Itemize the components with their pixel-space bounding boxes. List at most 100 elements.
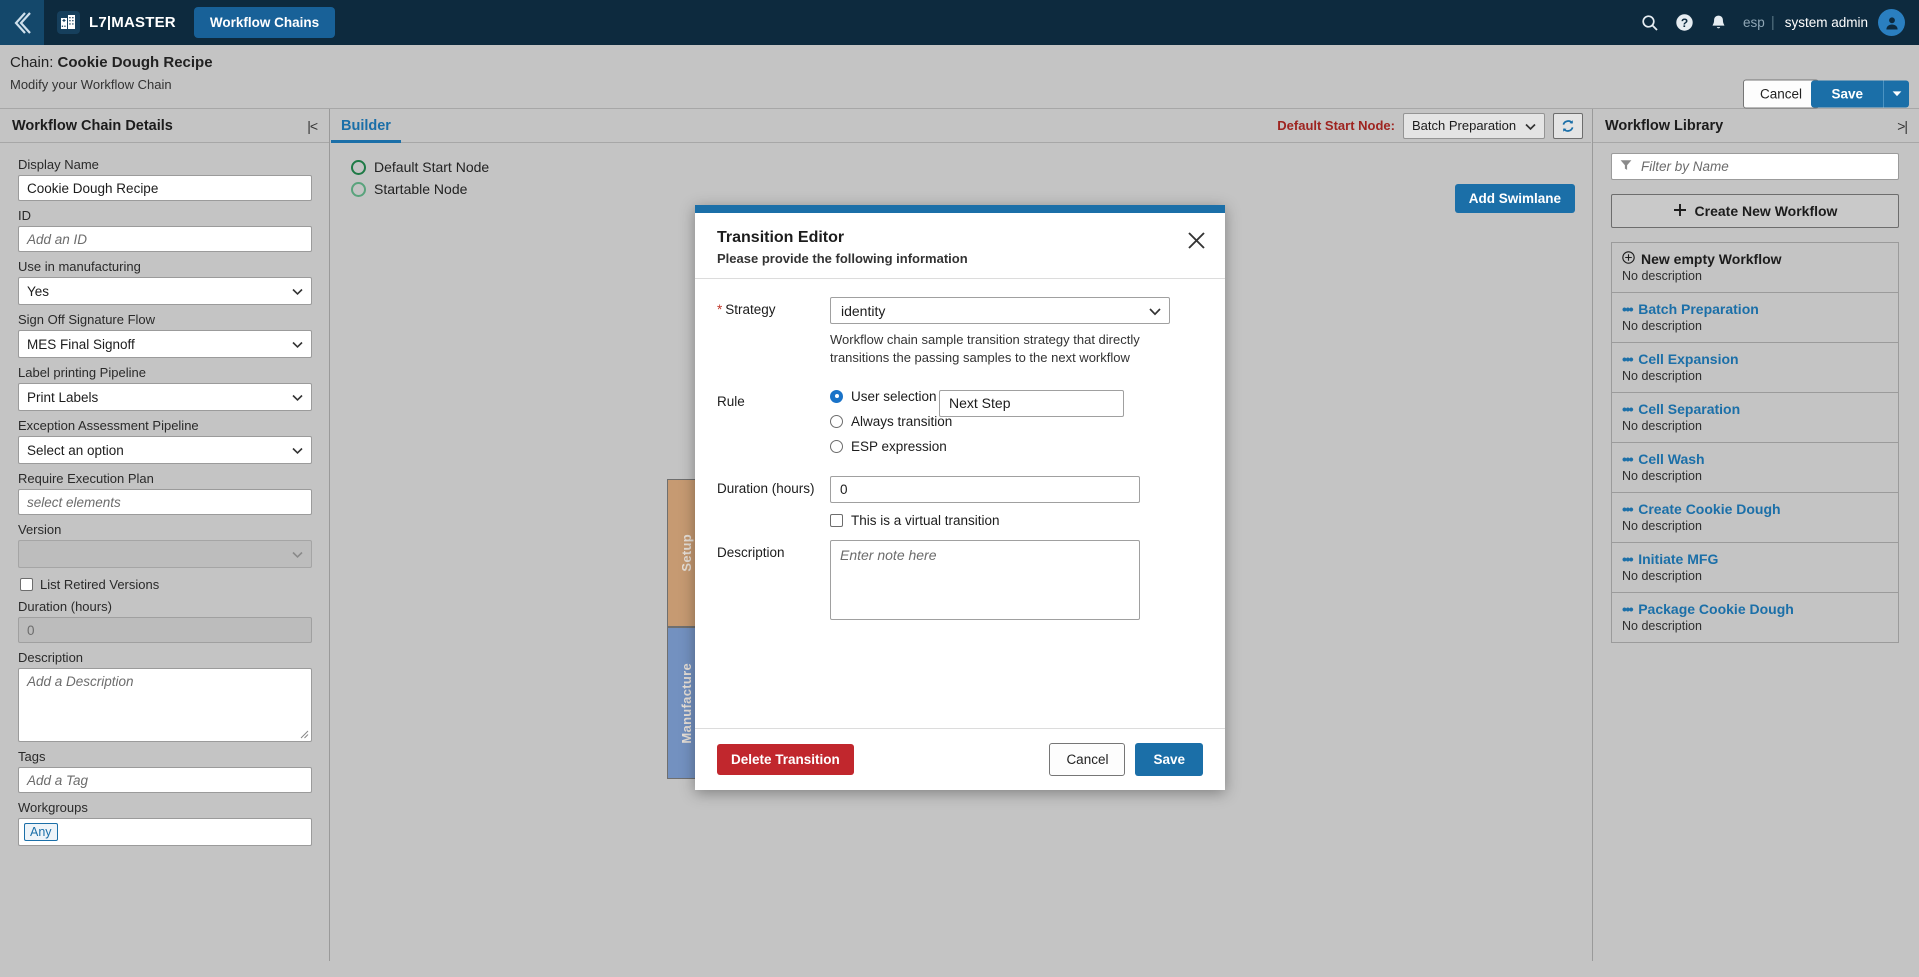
- brand-block[interactable]: L7|MASTER: [57, 11, 176, 34]
- list-item[interactable]: New empty Workflow No description: [1612, 243, 1898, 293]
- dots-icon: •••: [1622, 601, 1634, 617]
- legend-default-start-node: Default Start Node: [351, 159, 1591, 175]
- delete-transition-button[interactable]: Delete Transition: [717, 744, 854, 775]
- radio-esp-expression[interactable]: [830, 439, 843, 453]
- page-subtitle: Modify your Workflow Chain: [10, 77, 172, 92]
- use-in-manufacturing-value: Yes: [27, 283, 50, 299]
- rule-option-esp-expression[interactable]: ESP expression: [830, 439, 952, 454]
- left-panel-title: Workflow Chain Details: [12, 117, 173, 134]
- use-in-manufacturing-select[interactable]: Yes: [18, 277, 312, 305]
- legend-startable-node: Startable Node: [351, 181, 1591, 197]
- strategy-select[interactable]: identity: [830, 297, 1170, 324]
- nav-tab-workflow-chains[interactable]: Workflow Chains: [193, 7, 336, 38]
- workflow-item-label: New empty Workflow: [1641, 251, 1782, 267]
- user-name-label[interactable]: system admin: [1785, 15, 1868, 30]
- default-start-node-label: Default Start Node:: [1277, 118, 1395, 133]
- refresh-icon[interactable]: [1553, 112, 1583, 139]
- plus-icon: [1673, 203, 1687, 220]
- id-input[interactable]: Add an ID: [18, 226, 312, 252]
- swimlane-manufacture-label: Manufacture: [678, 662, 694, 744]
- list-item[interactable]: ••• Package Cookie Dough No description: [1612, 593, 1898, 643]
- list-item[interactable]: ••• Cell Wash No description: [1612, 443, 1898, 493]
- list-item[interactable]: ••• Cell Expansion No description: [1612, 343, 1898, 393]
- user-avatar-icon[interactable]: [1878, 9, 1905, 36]
- chevron-down-icon: [292, 547, 303, 562]
- list-retired-versions-checkbox[interactable]: [20, 578, 33, 591]
- workflow-item-desc: No description: [1622, 369, 1702, 383]
- workgroup-chip-any[interactable]: Any: [24, 823, 58, 841]
- filter-icon: [1620, 158, 1632, 176]
- chevron-down-icon: [292, 443, 303, 458]
- virtual-transition-label: This is a virtual transition: [851, 512, 1000, 528]
- radio-always-transition[interactable]: [830, 414, 843, 428]
- label-printing-select[interactable]: Print Labels: [18, 383, 312, 411]
- filter-placeholder: Filter by Name: [1641, 159, 1729, 174]
- page-title-name: Cookie Dough Recipe: [57, 54, 213, 71]
- exception-assessment-label: Exception Assessment Pipeline: [18, 418, 199, 433]
- language-selector[interactable]: esp: [1743, 15, 1765, 30]
- workflow-item-desc: No description: [1622, 269, 1702, 283]
- exception-assessment-select[interactable]: Select an option: [18, 436, 312, 464]
- workflow-chain-details-panel: Workflow Chain Details |< Display Name C…: [0, 109, 330, 961]
- workgroups-input[interactable]: Any: [18, 818, 312, 846]
- caret-down-icon[interactable]: [1883, 80, 1909, 108]
- list-item[interactable]: ••• Initiate MFG No description: [1612, 543, 1898, 593]
- label-printing-label: Label printing Pipeline: [18, 365, 146, 380]
- modal-description-textarea[interactable]: Enter note here: [830, 539, 1140, 620]
- dots-icon: •••: [1622, 551, 1634, 567]
- version-select[interactable]: [18, 540, 312, 568]
- require-execution-plan-label: Require Execution Plan: [18, 471, 154, 486]
- help-circle-icon[interactable]: ?: [1667, 0, 1701, 45]
- radio-user-selection[interactable]: [830, 389, 843, 403]
- default-start-node-ring-icon: [351, 159, 366, 175]
- description-textarea[interactable]: Add a Description: [18, 668, 312, 742]
- search-icon[interactable]: [1633, 0, 1667, 45]
- rule-option-always-transition[interactable]: Always transition: [830, 414, 952, 429]
- rule-value-input[interactable]: Next Step: [939, 389, 1124, 417]
- tags-input[interactable]: Add a Tag: [18, 767, 312, 793]
- notification-bell-icon[interactable]: [1701, 0, 1735, 45]
- create-new-workflow-button[interactable]: Create New Workflow: [1611, 194, 1899, 228]
- filter-by-name-input[interactable]: Filter by Name: [1611, 153, 1899, 180]
- transition-editor-dialog: Transition Editor Please provide the fol…: [695, 205, 1225, 790]
- default-start-node-select[interactable]: Batch Preparation: [1403, 112, 1545, 139]
- close-icon[interactable]: [1185, 229, 1207, 251]
- startable-node-ring-icon: [351, 181, 366, 197]
- rule-label: Rule: [717, 393, 745, 409]
- rule-row: Rule User selection Always transition ES…: [717, 389, 1203, 464]
- use-in-manufacturing-label: Use in manufacturing: [18, 259, 141, 274]
- add-swimlane-button[interactable]: Add Swimlane: [1454, 184, 1575, 213]
- strategy-label-wrap: * Strategy: [717, 297, 830, 324]
- collapse-left-icon[interactable]: |<: [307, 118, 318, 134]
- workflow-item-label: Cell Expansion: [1638, 351, 1739, 367]
- save-button[interactable]: Save: [1811, 80, 1883, 108]
- resize-handle-icon[interactable]: [300, 730, 309, 739]
- virtual-transition-row[interactable]: This is a virtual transition: [830, 513, 1203, 528]
- list-item[interactable]: ••• Create Cookie Dough No description: [1612, 493, 1898, 543]
- modal-description-label: Description: [717, 544, 785, 560]
- chevron-left-double-icon[interactable]: [0, 0, 44, 45]
- display-name-input[interactable]: Cookie Dough Recipe: [18, 175, 312, 201]
- modal-cancel-button[interactable]: Cancel: [1049, 743, 1126, 776]
- modal-save-button[interactable]: Save: [1135, 743, 1203, 776]
- virtual-transition-checkbox[interactable]: [830, 513, 843, 527]
- list-item[interactable]: ••• Cell Separation No description: [1612, 393, 1898, 443]
- collapse-right-icon[interactable]: >|: [1897, 118, 1908, 134]
- required-asterisk: *: [717, 302, 723, 317]
- require-execution-plan-input[interactable]: select elements: [18, 489, 312, 515]
- duration-input[interactable]: 0: [18, 617, 312, 643]
- sign-off-select[interactable]: MES Final Signoff: [18, 330, 312, 358]
- list-item[interactable]: ••• Batch Preparation No description: [1612, 293, 1898, 343]
- modal-duration-input[interactable]: 0: [830, 475, 1140, 503]
- chevron-down-icon: [292, 337, 303, 352]
- rule-option-user-selection[interactable]: User selection: [830, 389, 952, 404]
- right-panel-body: Filter by Name Create New Workflow New e…: [1593, 143, 1919, 653]
- workflow-item-desc: No description: [1622, 619, 1702, 633]
- exception-assessment-value: Select an option: [27, 442, 124, 458]
- page-title-prefix: Chain:: [10, 54, 58, 71]
- workflow-item-name-row: ••• Initiate MFG: [1622, 551, 1888, 567]
- list-retired-versions-row[interactable]: List Retired Versions: [20, 577, 311, 592]
- page-title: Chain: Cookie Dough Recipe: [10, 54, 213, 71]
- cancel-button[interactable]: Cancel: [1742, 79, 1819, 109]
- tab-builder[interactable]: Builder: [331, 109, 401, 143]
